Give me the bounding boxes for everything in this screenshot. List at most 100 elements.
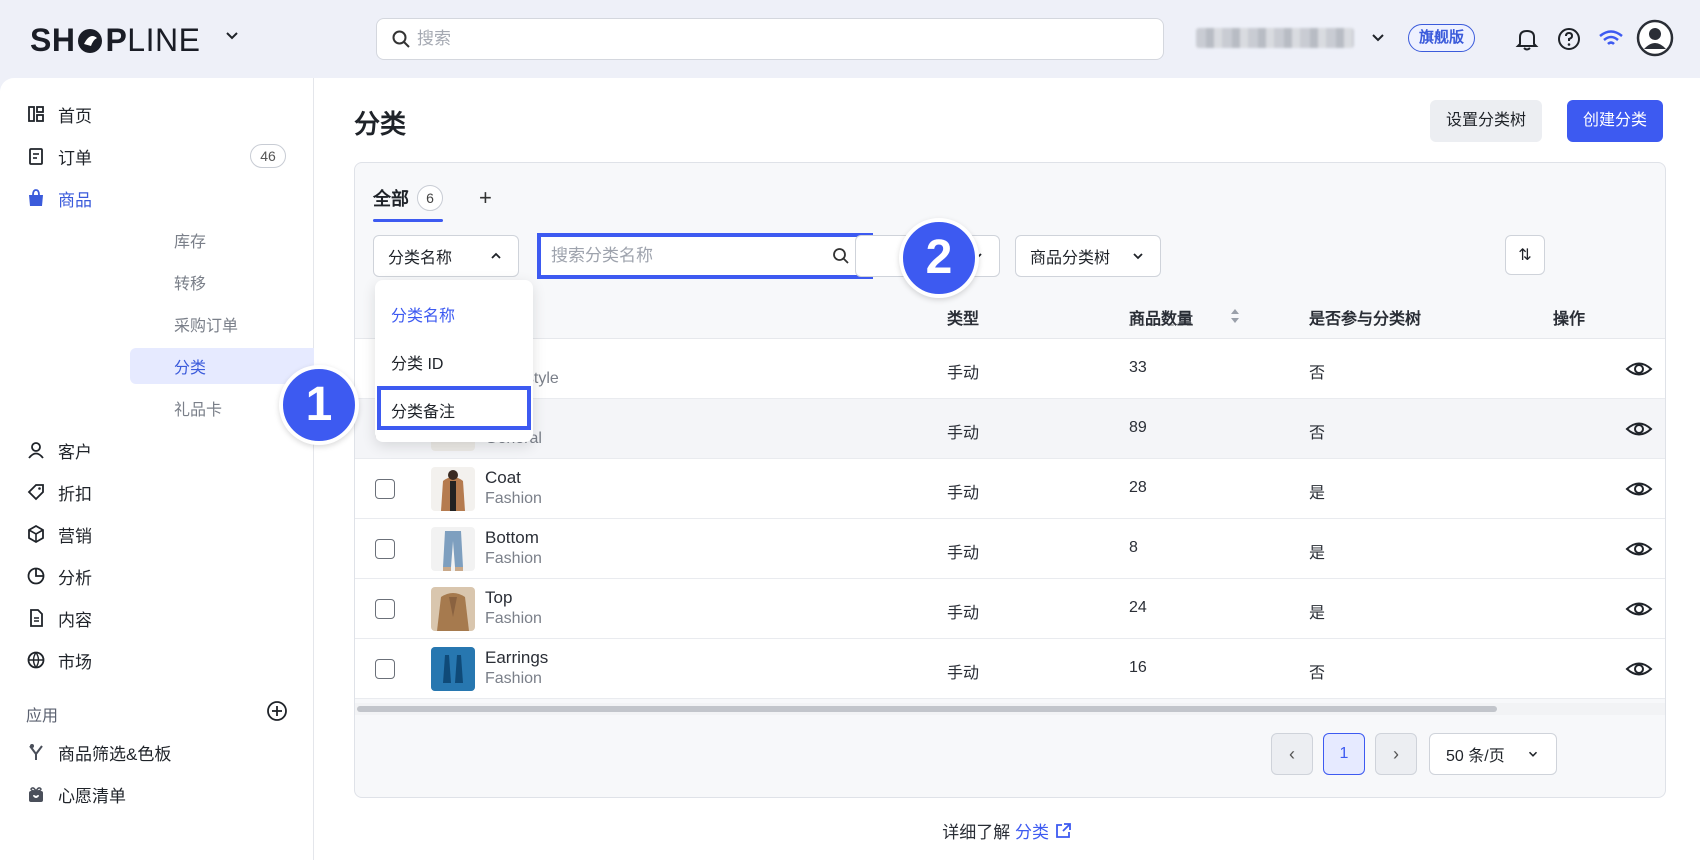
table-row[interactable]: Bottom Fashion 手动 8 是 [355,519,1665,579]
categories-card: 全部 6 + 分类名称 商品分类树 ⇅ 类型 商品数量 是否参与分类树 [354,162,1666,798]
sidebar-item-content[interactable]: 内容 [14,600,300,636]
doc-icon [26,608,46,628]
sidebar-app-product-filter[interactable]: 商品筛选&色板 [14,734,300,770]
search-icon[interactable] [831,246,851,266]
category-name[interactable]: Earrings [485,648,548,668]
table-row[interactable]: ture & Lifestyle 手动 33 否 [355,339,1665,399]
category-name[interactable]: Bottom [485,528,539,548]
prev-page-button[interactable]: ‹ [1271,733,1313,775]
gift-icon [26,784,46,804]
sidebar-item-discounts[interactable]: 折扣 [14,474,300,510]
in-tree-value: 否 [1309,425,1326,442]
sidebar-item-label: 采购订单 [174,318,239,335]
bell-icon[interactable] [1512,24,1542,54]
horizontal-scrollbar[interactable] [357,706,1497,712]
search-icon [392,30,410,48]
sidebar-item-markets[interactable]: 市场 [14,642,300,678]
category-thumbnail [431,467,475,511]
global-search[interactable] [376,18,1164,60]
sidebar-app-wishlist[interactable]: 心愿清单 [14,776,300,812]
category-name[interactable]: Coat [485,468,521,488]
sort-arrows-icon[interactable] [1229,307,1241,325]
row-checkbox[interactable] [375,539,395,559]
create-category-button[interactable]: 创建分类 [1567,100,1664,142]
active-tab-indicator [373,219,443,222]
store-name-blurred[interactable] [1196,28,1354,48]
dropdown-option-category-name[interactable]: 分类名称 [391,302,455,326]
in-tree-value: 是 [1309,485,1326,502]
logo-text-2: P [105,22,128,58]
column-actions: 操作 [1553,311,1586,328]
category-search-field[interactable] [537,233,873,279]
sidebar-item-products[interactable]: 商品 [14,180,300,216]
sort-button[interactable]: ⇅ [1505,235,1545,275]
eye-icon[interactable] [1625,537,1653,561]
sidebar-item-label: 市场 [58,652,92,672]
category-tree-filter-select[interactable]: 商品分类树 [1015,235,1161,277]
in-tree-value: 是 [1309,545,1326,562]
column-product-count[interactable]: 商品数量 [1129,305,1193,329]
sidebar-item-marketing[interactable]: 营销 [14,516,300,552]
eye-icon[interactable] [1625,657,1653,681]
learn-more-link[interactable]: 分类 [1015,823,1049,842]
category-sub: Fashion [485,490,542,507]
step-badge-2: 2 [899,218,979,298]
learn-more: 详细了解 分类 [314,818,1700,843]
tab-all[interactable]: 全部 6 [373,185,443,211]
category-type: 手动 [947,425,980,442]
row-checkbox[interactable] [375,479,395,499]
shopline-logo[interactable]: SH P LINE [30,22,200,59]
eye-icon[interactable] [1625,477,1653,501]
add-view-button[interactable]: + [479,185,492,211]
search-field-select[interactable]: 分类名称 [373,235,519,277]
set-category-tree-button[interactable]: 设置分类树 [1430,100,1543,142]
product-count: 33 [1129,359,1147,376]
column-in-tree: 是否参与分类树 [1309,311,1422,328]
table-row[interactable]: Earrings Fashion 手动 16 否 [355,639,1665,699]
chevron-up-icon [491,252,501,259]
category-type: 手动 [947,665,980,682]
sidebar-item-label: 分类 [174,360,207,377]
table-row[interactable]: Coat Fashion 手动 28 是 [355,459,1665,519]
category-name[interactable]: Top [485,588,512,608]
per-page-label: 50 条/页 [1446,748,1505,765]
next-page-button[interactable]: › [1375,733,1417,775]
chevron-down-icon[interactable] [222,26,242,46]
sidebar-item-home[interactable]: 首页 [14,96,300,132]
eye-icon[interactable] [1625,417,1653,441]
sidebar-item-orders[interactable]: 订单 46 [14,138,300,174]
chevron-down-icon[interactable] [1368,28,1388,48]
table-row[interactable]: Top Fashion 手动 24 是 [355,579,1665,639]
wifi-icon[interactable] [1596,24,1626,54]
sidebar-item-label: 内容 [58,610,92,630]
logo-o-icon [78,28,103,53]
eye-icon[interactable] [1625,357,1653,381]
row-checkbox[interactable] [375,659,395,679]
user-icon [26,440,46,460]
row-checkbox[interactable] [375,599,395,619]
table-row[interactable]: General 手动 89 否 [355,399,1665,459]
order-icon [26,146,46,166]
logo-text-3: LINE [127,22,201,58]
in-tree-value: 否 [1309,365,1326,382]
logo-text-1: SH [30,22,76,58]
add-app-icon[interactable] [266,700,288,722]
apps-section-label: 应用 [26,708,59,725]
dropdown-option-category-id[interactable]: 分类 ID [391,350,443,374]
sidebar-item-label: 折扣 [58,484,92,504]
external-link-icon[interactable] [1054,822,1072,840]
category-search-input[interactable] [551,246,831,266]
avatar-icon[interactable] [1636,19,1674,57]
home-icon [26,104,46,124]
learn-more-prefix: 详细了解 [942,823,1011,842]
help-icon[interactable] [1554,24,1584,54]
category-thumbnail [431,527,475,571]
category-thumbnail [431,647,475,691]
global-search-input[interactable] [417,29,1117,49]
sidebar-item-analytics[interactable]: 分析 [14,558,300,594]
page-1-button[interactable]: 1 [1323,733,1365,775]
eye-icon[interactable] [1625,597,1653,621]
per-page-select[interactable]: 50 条/页 [1429,733,1557,775]
product-count: 24 [1129,599,1147,616]
sidebar-item-customers[interactable]: 客户 [14,432,300,468]
